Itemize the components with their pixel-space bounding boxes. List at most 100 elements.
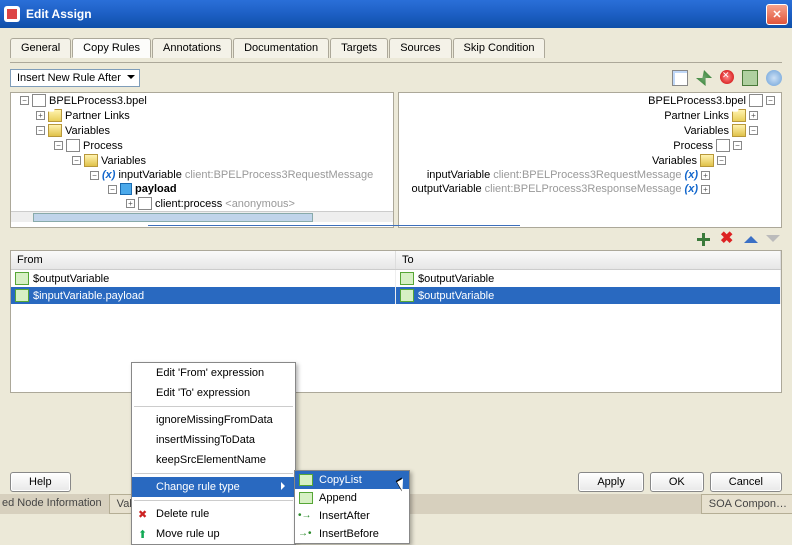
twisty-icon[interactable]: + xyxy=(701,171,710,180)
twisty-icon[interactable]: + xyxy=(749,111,758,120)
tree-process[interactable]: Process xyxy=(83,140,123,152)
twisty-icon[interactable]: − xyxy=(749,126,758,135)
target-tree-pane[interactable]: BPELProcess3.bpel − Partner Links + Variab… xyxy=(398,92,782,228)
submenu-append[interactable]: Append xyxy=(295,489,409,507)
menu-delete-rule[interactable]: ✖ Delete rule xyxy=(132,504,295,524)
toolbar-1-icons xyxy=(672,70,782,86)
apply-button[interactable]: Apply xyxy=(578,472,644,492)
context-menu: Edit 'From' expression Edit 'To' express… xyxy=(131,362,296,545)
close-button[interactable]: ✕ xyxy=(766,4,788,25)
menu-ignore-missing-from[interactable]: ignoreMissingFromData xyxy=(132,410,295,430)
menu-edit-to[interactable]: Edit 'To' expression xyxy=(132,383,295,403)
twisty-icon[interactable]: − xyxy=(54,141,63,150)
copy-icon[interactable] xyxy=(742,70,758,86)
move-down-icon[interactable] xyxy=(766,235,780,249)
mapping-panes: −BPELProcess3.bpel +Partner Links −Varia… xyxy=(10,92,782,228)
twisty-icon[interactable]: − xyxy=(20,96,29,105)
copy-rule-icon xyxy=(400,289,414,302)
tree-partner-links[interactable]: Partner Links xyxy=(65,110,130,122)
tree-payload[interactable]: payload xyxy=(135,183,177,195)
cancel-button[interactable]: Cancel xyxy=(710,472,782,492)
col-to[interactable]: To xyxy=(396,251,781,269)
ok-button[interactable]: OK xyxy=(650,472,704,492)
tree-variables-2[interactable]: Variables xyxy=(652,155,697,167)
tree-variables[interactable]: Variables xyxy=(684,125,729,137)
rule-from: $outputVariable xyxy=(33,273,109,285)
tab-targets[interactable]: Targets xyxy=(330,38,388,58)
help-button[interactable]: Help xyxy=(10,472,71,492)
twisty-icon[interactable]: − xyxy=(36,126,45,135)
menu-change-rule-type[interactable]: Change rule type xyxy=(132,477,295,497)
tree-inputvariable[interactable]: inputVariable xyxy=(427,169,490,181)
col-from[interactable]: From xyxy=(11,251,396,269)
folder-icon xyxy=(48,109,62,122)
tree-variables[interactable]: Variables xyxy=(65,125,110,137)
tab-annotations[interactable]: Annotations xyxy=(152,38,232,58)
tree-partner-links[interactable]: Partner Links xyxy=(664,110,729,122)
bpel-file-icon xyxy=(749,94,763,107)
insert-rule-select[interactable]: Insert New Rule After xyxy=(10,69,140,87)
window-title: Edit Assign xyxy=(26,7,766,21)
dialog-body: General Copy Rules Annotations Documenta… xyxy=(0,28,792,514)
submenu-copylist[interactable]: CopyList xyxy=(295,471,409,489)
submenu-insert-after[interactable]: •→InsertAfter xyxy=(295,507,409,525)
submenu-change-rule-type: CopyList Append •→InsertAfter →•InsertBe… xyxy=(294,470,410,544)
message-icon xyxy=(120,183,132,195)
twisty-icon[interactable]: − xyxy=(733,141,742,150)
twisty-icon[interactable]: − xyxy=(717,156,726,165)
menu-label: Move rule up xyxy=(156,528,220,540)
element-icon xyxy=(138,197,152,210)
table-row[interactable]: $inputVariable.payload $outputVariable xyxy=(11,287,781,304)
twisty-icon[interactable]: + xyxy=(126,199,135,208)
menu-label: Delete rule xyxy=(156,508,209,520)
delete-icon: ✖ xyxy=(138,508,147,521)
tree-variables-2[interactable]: Variables xyxy=(101,155,146,167)
tree-inputvariable[interactable]: inputVariable xyxy=(118,169,181,181)
rules-table: From To $outputVariable $outputVariable … xyxy=(10,250,782,393)
tree-clientprocess[interactable]: client:process xyxy=(155,198,222,210)
twisty-icon[interactable]: + xyxy=(36,111,45,120)
source-tree-pane[interactable]: −BPELProcess3.bpel +Partner Links −Varia… xyxy=(10,92,394,228)
twisty-icon[interactable]: + xyxy=(701,185,710,194)
tab-documentation[interactable]: Documentation xyxy=(233,38,329,58)
move-up-icon[interactable] xyxy=(744,229,758,243)
add-rule-icon[interactable] xyxy=(696,232,712,248)
folder-open-icon xyxy=(732,124,746,137)
process-icon xyxy=(716,139,730,152)
rules-header: From To xyxy=(11,251,781,270)
tab-copy-rules[interactable]: Copy Rules xyxy=(72,38,151,58)
menu-insert-missing-to[interactable]: insertMissingToData xyxy=(132,430,295,450)
mapping-line xyxy=(148,225,520,226)
tree-bpel-file[interactable]: BPELProcess3.bpel xyxy=(49,95,147,107)
twisty-icon[interactable]: − xyxy=(766,96,775,105)
menu-edit-from[interactable]: Edit 'From' expression xyxy=(132,363,295,383)
rule-from: $inputVariable.payload xyxy=(33,290,144,302)
variable-x-icon: (x) xyxy=(102,169,115,181)
menu-keep-src-elem[interactable]: keepSrcElementName xyxy=(132,450,295,470)
tab-skip-condition[interactable]: Skip Condition xyxy=(453,38,546,58)
menu-label: InsertBefore xyxy=(319,528,379,540)
twisty-icon[interactable]: − xyxy=(108,185,117,194)
status-soa[interactable]: SOA Compon… xyxy=(701,494,792,514)
menu-separator xyxy=(134,406,293,407)
submenu-insert-before[interactable]: →•InsertBefore xyxy=(295,525,409,543)
variable-x-icon: (x) xyxy=(685,169,698,181)
table-row[interactable]: $outputVariable $outputVariable xyxy=(11,270,781,287)
twisty-icon[interactable]: − xyxy=(90,171,99,180)
delete-icon[interactable] xyxy=(720,70,734,84)
copy-rule-icon xyxy=(15,272,29,285)
rules-toolbar: ✖ xyxy=(10,228,782,248)
tree-bpel-file[interactable]: BPELProcess3.bpel xyxy=(648,95,746,107)
menu-label: CopyList xyxy=(319,474,362,486)
tree-outputvariable[interactable]: outputVariable xyxy=(412,183,482,195)
menu-move-rule-up[interactable]: ⬆Move rule up xyxy=(132,524,295,544)
remove-rule-icon[interactable]: ✖ xyxy=(720,232,736,248)
twisty-icon[interactable]: − xyxy=(72,156,81,165)
source-scroll[interactable] xyxy=(11,211,393,222)
settings-icon[interactable] xyxy=(766,70,782,86)
refresh-icon[interactable] xyxy=(696,70,712,86)
tree-process[interactable]: Process xyxy=(673,140,713,152)
new-rule-icon[interactable] xyxy=(672,70,688,86)
tab-general[interactable]: General xyxy=(10,38,71,58)
tab-sources[interactable]: Sources xyxy=(389,38,451,58)
